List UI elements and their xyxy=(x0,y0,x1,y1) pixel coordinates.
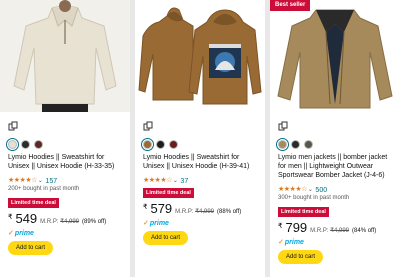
color-swatch[interactable] xyxy=(278,140,287,149)
color-swatches xyxy=(143,140,178,149)
currency-symbol: ₹ xyxy=(143,204,148,211)
price-value: 549 xyxy=(15,211,38,226)
rating-row[interactable]: ★★★★☆⌄ 37 xyxy=(143,176,188,186)
product-grid: Lymio Hoodies || Sweatshirt for Unisex |… xyxy=(0,0,400,277)
star-rating-icon: ★★★★☆⌄ xyxy=(278,186,313,193)
mrp: M.R.P: ₹4,999 xyxy=(310,228,350,234)
product-title-link[interactable]: Lymio Hoodies || Sweatshirt for Unisex |… xyxy=(143,153,261,171)
review-count-link[interactable]: 500 xyxy=(315,186,327,195)
product-card[interactable]: Lymio Hoodies || Sweatshirt for Unisex |… xyxy=(135,0,265,277)
bought-count: 200+ bought in past month xyxy=(8,186,80,192)
quarter-zip-hoodie-image xyxy=(0,0,130,112)
graphic-hoodie-image xyxy=(135,0,265,112)
color-swatches xyxy=(8,140,43,149)
price-row[interactable]: ₹ 799 M.R.P: ₹4,999 (84% off) xyxy=(278,220,376,235)
deal-badge: Limited time deal xyxy=(278,207,329,217)
discount: (88% off) xyxy=(217,209,242,215)
price-row[interactable]: ₹ 549 M.R.P: ₹4,999 (89% off) xyxy=(8,211,106,226)
compare-icon[interactable] xyxy=(8,118,18,131)
product-title-link[interactable]: Lymio Hoodies || Sweatshirt for Unisex |… xyxy=(8,153,126,171)
review-count-link[interactable]: 157 xyxy=(45,177,57,186)
add-to-cart-button[interactable]: Add to cart xyxy=(143,231,189,245)
deal-badge: Limited time deal xyxy=(8,198,59,208)
review-count-link[interactable]: 37 xyxy=(180,177,188,186)
rating-row[interactable]: ★★★★☆⌄ 500 xyxy=(278,185,327,195)
deal-badge: Limited time deal xyxy=(143,188,194,198)
bomber-jacket-image xyxy=(270,0,400,112)
color-swatch[interactable] xyxy=(291,140,300,149)
best-seller-badge: Best seller xyxy=(270,0,311,11)
color-swatch[interactable] xyxy=(143,140,152,149)
product-title-link[interactable]: Lymio men jackets || bomber jacket for m… xyxy=(278,153,396,180)
add-to-cart-button[interactable]: Add to cart xyxy=(278,250,324,264)
discount: (89% off) xyxy=(82,219,107,225)
color-swatch[interactable] xyxy=(34,140,43,149)
color-swatches xyxy=(278,140,313,149)
product-image[interactable] xyxy=(270,0,400,112)
check-icon: ✓ xyxy=(8,230,14,237)
discount: (84% off) xyxy=(352,228,377,234)
compare-icon[interactable] xyxy=(278,118,288,131)
check-icon: ✓ xyxy=(143,220,149,227)
star-rating-icon: ★★★★☆⌄ xyxy=(143,177,178,184)
prime-badge: ✓prime xyxy=(278,239,304,246)
product-card[interactable]: Lymio Hoodies || Sweatshirt for Unisex |… xyxy=(0,0,130,277)
bought-count: 300+ bought in past month xyxy=(278,195,350,201)
currency-symbol: ₹ xyxy=(278,223,283,230)
price-value: 579 xyxy=(150,201,173,216)
prime-badge: ✓prime xyxy=(8,230,34,237)
color-swatch[interactable] xyxy=(304,140,313,149)
color-swatch[interactable] xyxy=(21,140,30,149)
rating-row[interactable]: ★★★★☆⌄ 157 xyxy=(8,176,57,186)
mrp: M.R.P: ₹4,999 xyxy=(40,219,80,225)
prime-badge: ✓prime xyxy=(143,220,169,227)
price-row[interactable]: ₹ 579 M.R.P: ₹4,999 (88% off) xyxy=(143,201,241,216)
color-swatch[interactable] xyxy=(8,140,17,149)
currency-symbol: ₹ xyxy=(8,214,13,221)
product-image[interactable] xyxy=(0,0,130,112)
mrp: M.R.P: ₹4,999 xyxy=(175,209,215,215)
check-icon: ✓ xyxy=(278,239,284,246)
color-swatch[interactable] xyxy=(169,140,178,149)
add-to-cart-button[interactable]: Add to cart xyxy=(8,241,54,255)
compare-icon[interactable] xyxy=(143,118,153,131)
product-image[interactable] xyxy=(135,0,265,112)
price-value: 799 xyxy=(285,220,308,235)
product-card[interactable]: Best seller Lymio men jackets || bomber … xyxy=(270,0,400,277)
star-rating-icon: ★★★★☆⌄ xyxy=(8,177,43,184)
color-swatch[interactable] xyxy=(156,140,165,149)
